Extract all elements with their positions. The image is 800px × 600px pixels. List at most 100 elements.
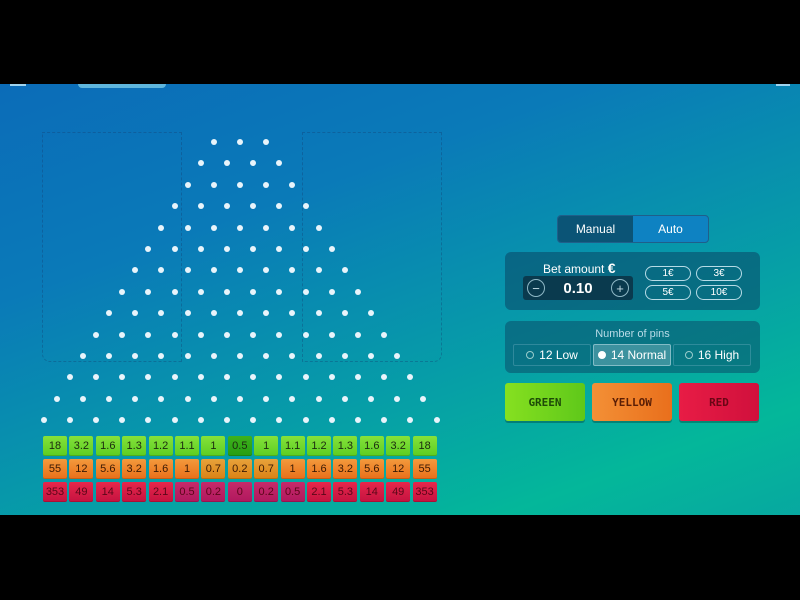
pin: [210, 224, 217, 231]
pin: [263, 139, 270, 145]
pin: [302, 374, 309, 381]
green-multiplier-slot: 1.6: [95, 436, 120, 456]
pin: [250, 160, 257, 167]
pin: [237, 395, 243, 402]
pin: [184, 353, 191, 359]
pin: [289, 181, 296, 188]
pin: [92, 417, 99, 424]
pin: [210, 353, 217, 359]
pin: [171, 374, 178, 381]
pin: [302, 417, 309, 424]
pin: [263, 310, 270, 317]
top-right-icon[interactable]: [776, 84, 790, 86]
yellow-multiplier-slot: 5.6: [95, 459, 120, 479]
tab-auto[interactable]: Auto: [633, 216, 708, 242]
pin: [184, 181, 191, 188]
yellow-multiplier-slot: 1: [280, 459, 305, 479]
pin: [354, 331, 361, 338]
pin: [119, 288, 126, 295]
pin: [328, 417, 335, 424]
right-guide: [302, 132, 442, 362]
pins-option-14-normal[interactable]: 14 Normal: [593, 344, 671, 366]
pin: [210, 181, 217, 188]
yellow-multiplier-slot: 1.6: [148, 459, 173, 479]
pin: [354, 374, 361, 381]
pins-option-12-low[interactable]: 12 Low: [513, 344, 591, 366]
pin: [420, 395, 427, 402]
tab-manual[interactable]: Manual: [558, 216, 633, 242]
green-multiplier-slot: 1.1: [175, 436, 199, 456]
pin: [145, 417, 152, 424]
pins-option-label: 12 Low: [539, 348, 578, 362]
pin: [368, 395, 374, 402]
mode-toggle: Manual Auto: [557, 215, 709, 243]
pins-option-label: 14 Normal: [610, 348, 667, 362]
plus-circle-icon[interactable]: +: [610, 279, 629, 297]
pin: [328, 331, 335, 338]
pin: [237, 353, 243, 359]
yellow-button[interactable]: YELLOW: [592, 383, 672, 421]
green-multiplier-slot: 1.3: [122, 436, 147, 456]
pin: [341, 310, 348, 317]
bet-value[interactable]: 0.10: [563, 280, 592, 297]
red-button[interactable]: RED: [679, 383, 759, 421]
red-multiplier-slot: 2.1: [148, 482, 173, 502]
pin: [40, 417, 47, 424]
pin: [92, 331, 99, 338]
pin: [276, 246, 283, 252]
pin: [197, 160, 204, 167]
pin: [341, 395, 348, 402]
pin: [433, 417, 440, 424]
pin: [184, 395, 191, 402]
pin: [276, 374, 283, 381]
pin: [171, 331, 178, 338]
red-multiplier-slot: 0: [227, 482, 252, 502]
pin: [276, 160, 283, 167]
red-multiplier-slot: 0.5: [175, 482, 199, 502]
pin: [119, 417, 126, 424]
red-multiplier-slot: 0.5: [280, 482, 305, 502]
yellow-multiplier-slot: 0.2: [227, 459, 252, 479]
pin: [197, 331, 204, 338]
pin: [171, 203, 178, 210]
bet-amount-input[interactable]: − 0.10 +: [523, 276, 633, 300]
red-multiplier-slot: 49: [69, 482, 94, 502]
pin: [237, 224, 243, 231]
pin: [263, 353, 270, 359]
green-button[interactable]: GREEN: [505, 383, 585, 421]
pin: [197, 374, 204, 381]
pins-option-16-high[interactable]: 16 High: [673, 344, 751, 366]
red-multiplier-slot: 5.3: [122, 482, 147, 502]
pin: [171, 288, 178, 295]
pin: [328, 246, 335, 252]
pin: [158, 395, 165, 402]
red-multiplier-slot: 49: [386, 482, 411, 502]
pin: [171, 417, 178, 424]
yellow-multiplier-slot: 3.2: [333, 459, 358, 479]
pin: [263, 267, 270, 274]
chip-10-euro[interactable]: 10€: [696, 285, 742, 300]
green-multiplier-slot: 1.2: [148, 436, 173, 456]
chip-5-euro[interactable]: 5€: [645, 285, 691, 300]
pin: [210, 310, 217, 317]
pin: [210, 267, 217, 274]
yellow-multiplier-slot: 55: [43, 459, 67, 479]
pin: [210, 139, 217, 145]
plinko-game: 18 3.2 1.6 1.3 1.2 1.1 1 0.5 1 1.1 1.2 1.3 1.6 3.2 18 5…: [0, 84, 800, 515]
red-multiplier-slot: 0.2: [201, 482, 226, 502]
pin: [276, 203, 283, 210]
pin: [145, 374, 152, 381]
pin: [223, 160, 230, 167]
yellow-multiplier-slot: 12: [386, 459, 411, 479]
pin: [315, 224, 322, 231]
green-multiplier-slot: 1.6: [359, 436, 384, 456]
radio-selected-icon: [597, 351, 606, 359]
pin: [250, 331, 257, 338]
pin: [79, 353, 86, 359]
green-multiplier-slot: 0.5: [227, 436, 252, 456]
pin: [53, 395, 60, 402]
chip-3-euro[interactable]: 3€: [696, 266, 742, 281]
pin: [223, 246, 230, 252]
minus-circle-icon[interactable]: −: [527, 279, 545, 297]
chip-1-euro[interactable]: 1€: [645, 266, 691, 281]
